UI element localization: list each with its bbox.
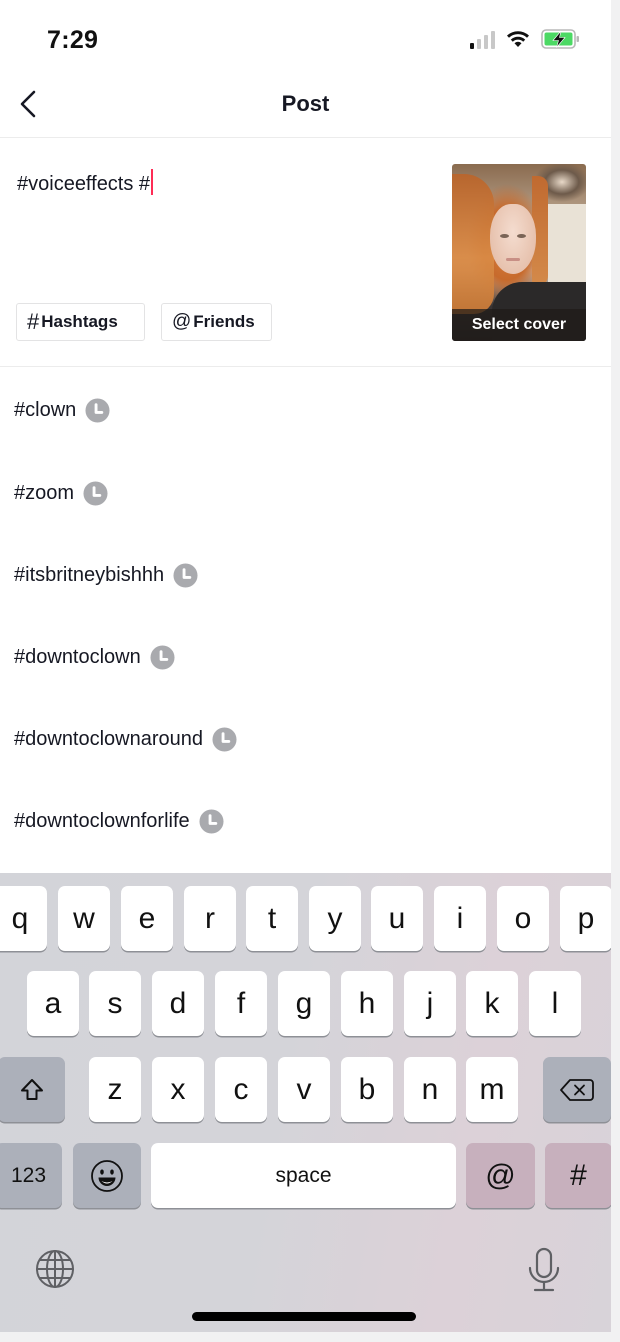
key-c[interactable]: c (215, 1057, 267, 1122)
cover-thumbnail-face (490, 204, 536, 274)
key-s[interactable]: s (89, 971, 141, 1036)
key-r[interactable]: r (184, 886, 236, 951)
status-time: 7:29 (47, 26, 99, 54)
key-l[interactable]: l (529, 971, 581, 1036)
key-o[interactable]: o (497, 886, 549, 951)
key-g[interactable]: g (278, 971, 330, 1036)
key-w[interactable]: w (58, 886, 110, 951)
emoji-key[interactable] (73, 1143, 141, 1208)
cover-thumbnail-detail (517, 234, 526, 238)
key-k[interactable]: k (466, 971, 518, 1036)
select-cover-label: Select cover (452, 309, 586, 341)
key-a[interactable]: a (27, 971, 79, 1036)
cover-thumbnail-detail (506, 258, 520, 261)
cover-thumbnail-detail (548, 204, 586, 284)
suggestion-tag: #downtoclownaround (14, 727, 204, 750)
key-v[interactable]: v (278, 1057, 330, 1122)
recent-clock-icon (150, 644, 175, 670)
key-u[interactable]: u (371, 886, 423, 951)
hashtags-button[interactable]: # Hashtags (16, 303, 145, 341)
recent-clock-icon (212, 726, 237, 752)
cover-thumbnail-detail (500, 234, 509, 238)
at-key[interactable]: @ (466, 1143, 535, 1208)
microphone-icon[interactable] (526, 1246, 562, 1296)
suggestion-item[interactable]: #downtoclownaround (0, 698, 611, 780)
recent-clock-icon (85, 397, 110, 423)
cover-thumbnail-detail (452, 174, 494, 314)
battery-charging-icon (541, 29, 579, 49)
key-n[interactable]: n (404, 1057, 456, 1122)
key-j[interactable]: j (404, 971, 456, 1036)
friends-button[interactable]: @ Friends (161, 303, 272, 341)
hashtags-label: Hashtags (41, 312, 118, 331)
page-title: Post (281, 91, 330, 116)
backspace-icon (560, 1078, 594, 1101)
friends-label: Friends (193, 312, 255, 331)
suggestion-item[interactable]: #downtoclown (0, 616, 611, 698)
hashtag-suggestions-list: #clown #zoom #itsbritneybishhh #downtocl… (0, 368, 611, 862)
space-key[interactable]: space (151, 1143, 456, 1208)
recent-clock-icon (173, 562, 198, 588)
caption-input[interactable]: #voiceeffects # (17, 169, 154, 196)
suggestion-tag: #clown (14, 398, 77, 421)
status-bar: 7:29 (0, 0, 611, 80)
caption-area: #voiceeffects # # Hashtags @ Friends Sel… (0, 139, 611, 367)
suggestion-item[interactable]: #downtoclownforlife (0, 780, 611, 862)
numbers-key[interactable]: 123 (0, 1143, 62, 1208)
key-m[interactable]: m (466, 1057, 518, 1122)
select-cover-button[interactable]: Select cover (452, 164, 586, 341)
keyboard: q w e r t y u i o p a s d f g h j k l z … (0, 873, 611, 1332)
suggestion-item[interactable]: #zoom (0, 452, 611, 534)
recent-clock-icon (199, 808, 224, 834)
key-z[interactable]: z (89, 1057, 141, 1122)
key-i[interactable]: i (434, 886, 486, 951)
wifi-icon (507, 31, 529, 47)
caption-text: #voiceeffects # (17, 173, 151, 195)
suggestion-tag: #downtoclown (14, 645, 141, 668)
post-screen: 7:29 Post #voiceeffects # # Hashtags @ F… (0, 0, 611, 1332)
key-h[interactable]: h (341, 971, 393, 1036)
status-icons (470, 28, 581, 50)
shift-key[interactable] (0, 1057, 65, 1122)
key-t[interactable]: t (246, 886, 298, 951)
suggestion-item[interactable]: #clown (0, 368, 611, 452)
delete-key[interactable] (543, 1057, 611, 1122)
globe-icon[interactable] (34, 1248, 76, 1290)
suggestion-tag: #downtoclownforlife (14, 809, 190, 832)
text-caret (151, 169, 154, 195)
at-icon: @ (172, 311, 192, 332)
shift-icon (20, 1078, 43, 1100)
key-b[interactable]: b (341, 1057, 393, 1122)
suggestion-item[interactable]: #itsbritneybishhh (0, 534, 611, 616)
home-indicator[interactable] (192, 1312, 416, 1321)
hash-key[interactable]: # (545, 1143, 611, 1208)
key-d[interactable]: d (152, 971, 204, 1036)
emoji-icon (91, 1159, 123, 1192)
suggestion-tag: #itsbritneybishhh (14, 563, 165, 586)
nav-bar: Post (0, 80, 611, 138)
key-y[interactable]: y (309, 886, 361, 951)
recent-clock-icon (83, 480, 108, 506)
key-e[interactable]: e (121, 886, 173, 951)
key-p[interactable]: p (560, 886, 611, 951)
suggestion-tag: #zoom (14, 481, 75, 504)
hashtag-icon: # (27, 309, 40, 334)
key-q[interactable]: q (0, 886, 47, 951)
key-f[interactable]: f (215, 971, 267, 1036)
key-x[interactable]: x (152, 1057, 204, 1122)
cellular-signal-icon (470, 29, 495, 49)
